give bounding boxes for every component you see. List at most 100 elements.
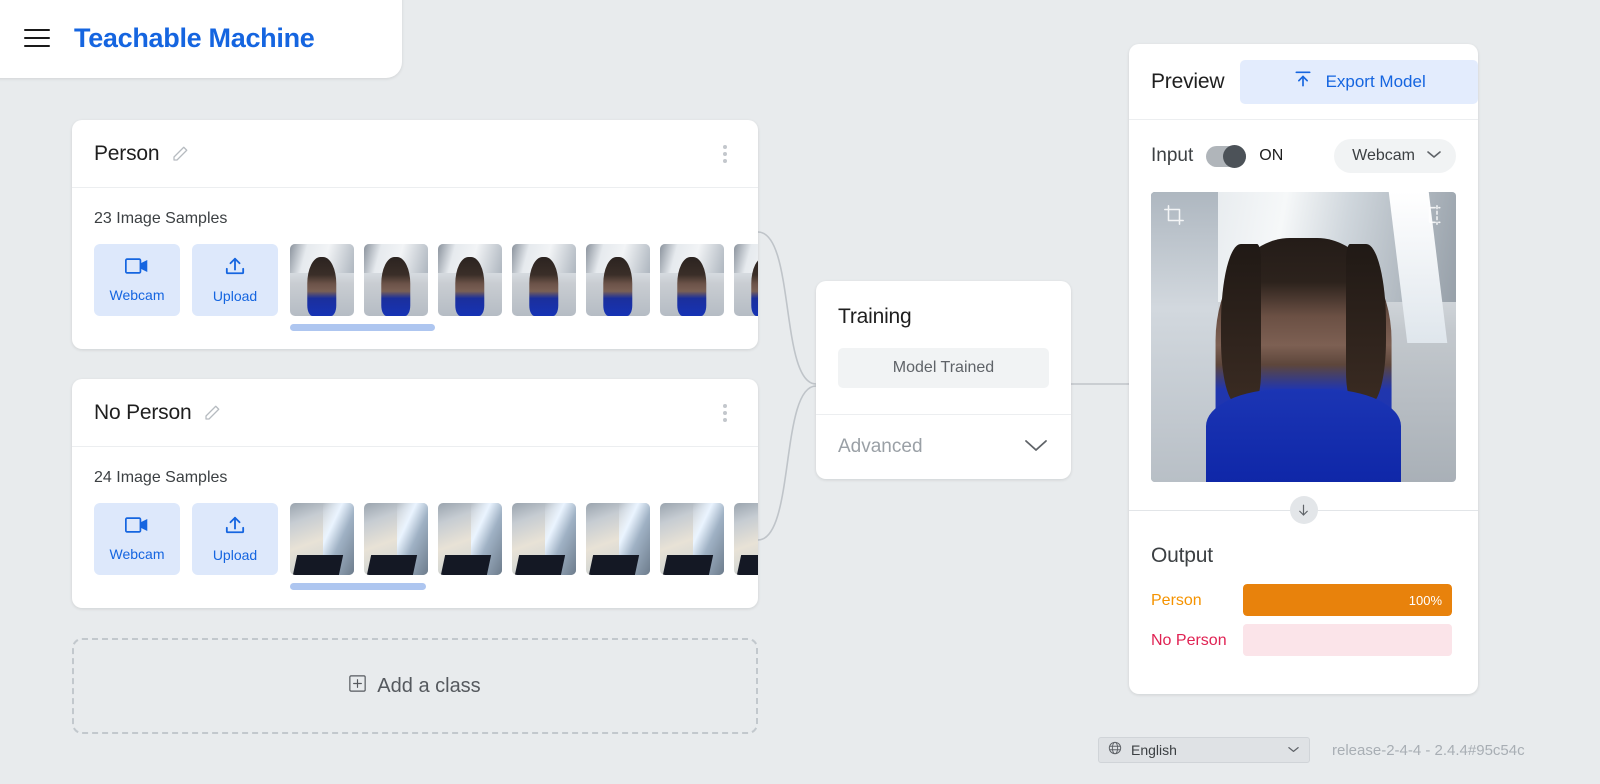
class-title[interactable]: No Person: [94, 401, 191, 425]
webcam-subject-hair-left: [1221, 244, 1261, 404]
thumbnails-scrollbar-thumb[interactable]: [290, 583, 426, 590]
class-card-person: Person 23 Image Samples: [72, 120, 758, 349]
export-upload-icon: [1293, 69, 1313, 94]
toggle-state-label: ON: [1259, 147, 1283, 165]
arrow-down-icon: [1290, 496, 1318, 524]
preview-card: Preview Export Model Input ON Webcam: [1129, 44, 1478, 694]
preview-header: Preview Export Model: [1129, 44, 1478, 120]
thumbnails-scrollbar[interactable]: [290, 583, 758, 590]
input-row: Input ON Webcam: [1129, 120, 1478, 192]
video-camera-icon: [125, 257, 149, 280]
input-toggle[interactable]: [1206, 146, 1246, 167]
class-body: 24 Image Samples Webcam: [72, 447, 758, 608]
thumbnails-scrollbar-thumb[interactable]: [290, 324, 435, 331]
sample-thumbnail[interactable]: [364, 503, 428, 575]
language-value: English: [1131, 742, 1177, 758]
sample-thumbnail[interactable]: [660, 244, 724, 316]
classes-column: Person 23 Image Samples: [72, 120, 758, 734]
webcam-button[interactable]: Webcam: [94, 244, 180, 316]
class-header: No Person: [72, 379, 758, 447]
add-class-label: Add a class: [377, 675, 480, 698]
sample-thumbnail[interactable]: [734, 503, 758, 575]
webcam-button-label: Webcam: [110, 287, 165, 303]
hamburger-menu-icon[interactable]: [24, 29, 50, 47]
training-card: Training Model Trained Advanced: [816, 281, 1071, 479]
output-row: Person 100%: [1151, 584, 1452, 616]
advanced-toggle-row[interactable]: Advanced: [816, 415, 1071, 479]
sample-thumbnail[interactable]: [586, 244, 650, 316]
webcam-button[interactable]: Webcam: [94, 503, 180, 575]
webcam-button-label: Webcam: [110, 546, 165, 562]
upload-button-label: Upload: [213, 547, 257, 563]
flip-horizontal-icon[interactable]: [1426, 204, 1448, 231]
kebab-menu-icon[interactable]: [714, 402, 736, 424]
sample-thumbnail[interactable]: [586, 503, 650, 575]
input-label: Input: [1151, 145, 1193, 167]
advanced-label: Advanced: [838, 436, 923, 458]
webcam-subject-hair-right: [1346, 244, 1386, 404]
webcam-subject-shirt: [1206, 389, 1401, 482]
upload-button[interactable]: Upload: [192, 503, 278, 575]
brand-title[interactable]: Teachable Machine: [74, 23, 314, 54]
output-bar-track: [1243, 624, 1452, 656]
toggle-knob: [1223, 145, 1246, 168]
samples-row: Webcam Upload: [94, 244, 758, 331]
output-bar-track: 100%: [1243, 584, 1452, 616]
app-header: Teachable Machine: [0, 0, 402, 78]
sample-thumbnail[interactable]: [290, 503, 354, 575]
language-select[interactable]: English: [1098, 737, 1310, 763]
add-class-button[interactable]: Add a class: [72, 638, 758, 734]
samples-count-label: 24 Image Samples: [94, 469, 758, 487]
chevron-down-icon: [1023, 437, 1049, 458]
thumbnails-scrollbar[interactable]: [290, 324, 758, 331]
page-footer: English release-2-4-4 - 2.4.4#95c54c: [1098, 737, 1525, 763]
input-source-select[interactable]: Webcam: [1334, 139, 1456, 173]
output-title: Output: [1129, 528, 1478, 568]
kebab-menu-icon[interactable]: [714, 143, 736, 165]
chevron-down-icon: [1287, 741, 1300, 759]
preview-title: Preview: [1151, 70, 1224, 94]
output-rows: Person 100% No Person: [1129, 568, 1478, 694]
pencil-icon[interactable]: [171, 145, 189, 163]
thumbnail-list: [290, 244, 758, 316]
input-source-value: Webcam: [1352, 147, 1415, 165]
sample-thumbnail[interactable]: [290, 244, 354, 316]
sample-thumbnail[interactable]: [512, 244, 576, 316]
output-class-label: No Person: [1151, 631, 1243, 650]
sample-thumbnail[interactable]: [438, 503, 502, 575]
chevron-down-icon: [1426, 147, 1442, 165]
webcam-preview[interactable]: [1151, 192, 1456, 482]
output-row: No Person: [1151, 624, 1452, 656]
crop-icon[interactable]: [1163, 204, 1185, 231]
sample-thumbnail[interactable]: [364, 244, 428, 316]
sample-thumbnails-strip[interactable]: [290, 503, 758, 590]
class-title[interactable]: Person: [94, 142, 159, 166]
upload-button[interactable]: Upload: [192, 244, 278, 316]
class-card-no-person: No Person 24 Image Samples: [72, 379, 758, 608]
upload-arrow-icon: [224, 256, 246, 281]
sample-thumbnail[interactable]: [660, 503, 724, 575]
thumbnail-list: [290, 503, 758, 575]
globe-icon: [1108, 741, 1122, 760]
export-model-label: Export Model: [1326, 72, 1426, 92]
upload-arrow-icon: [224, 515, 246, 540]
output-percent-label: 100%: [1409, 593, 1442, 608]
plus-square-icon: [349, 675, 366, 698]
train-model-button[interactable]: Model Trained: [838, 348, 1049, 388]
samples-row: Webcam Upload: [94, 503, 758, 590]
training-title: Training: [816, 281, 1071, 329]
sample-thumbnail[interactable]: [438, 244, 502, 316]
teachable-machine-app: Teachable Machine Person 23 Image Sample…: [0, 0, 1600, 784]
class-body: 23 Image Samples Webcam: [72, 188, 758, 349]
pencil-icon[interactable]: [203, 404, 221, 422]
sample-thumbnail[interactable]: [512, 503, 576, 575]
sample-thumbnail[interactable]: [734, 244, 758, 316]
export-model-button[interactable]: Export Model: [1240, 60, 1478, 104]
samples-count-label: 23 Image Samples: [94, 210, 758, 228]
video-camera-icon: [125, 516, 149, 539]
upload-button-label: Upload: [213, 288, 257, 304]
output-bar-fill: 100%: [1243, 584, 1452, 616]
class-header: Person: [72, 120, 758, 188]
output-bar-fill: [1243, 624, 1452, 656]
sample-thumbnails-strip[interactable]: [290, 244, 758, 331]
